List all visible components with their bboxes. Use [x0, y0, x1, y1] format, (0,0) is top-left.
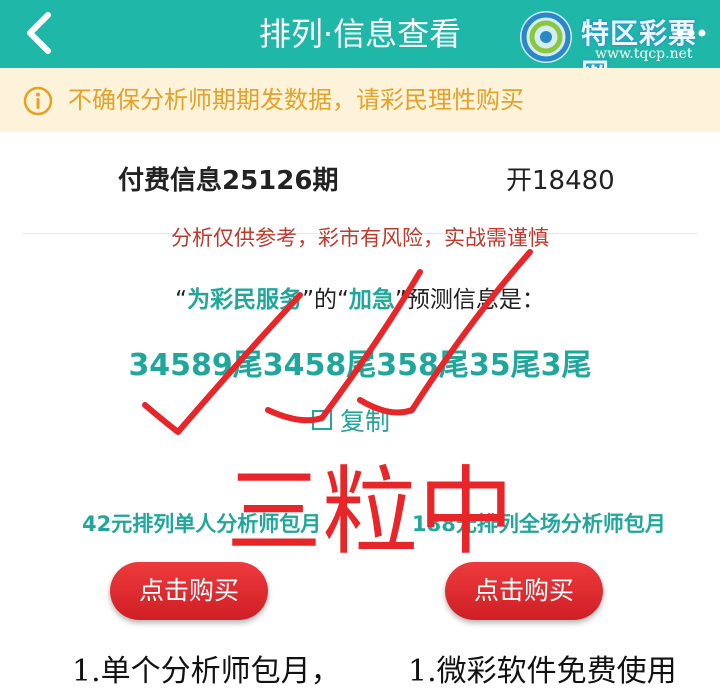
issue-title: 付费信息25126期: [118, 166, 339, 196]
analyst-name[interactable]: 为彩民服务: [187, 287, 302, 313]
prediction-category: 加急: [348, 287, 395, 313]
buy-all-button[interactable]: 点击购买: [445, 562, 603, 620]
watermark-url: www.tqcp.net: [595, 46, 693, 62]
top-navigation-bar: 排列·信息查看 特区彩票网 www.tqcp.net: [0, 0, 720, 90]
more-button[interactable]: [673, 24, 709, 42]
plan-single-title: 42元排列单人分析师包月: [82, 512, 322, 536]
copy-label: 复制: [340, 407, 391, 436]
notice-banner: 不确保分析师期期发数据，请彩民理性购买: [0, 68, 720, 132]
more-dots-icon: [676, 29, 706, 37]
info-circle-icon: [23, 86, 53, 116]
prediction-line: “为彩民服务”的“加急”预测信息是：: [0, 280, 720, 314]
quote-mid: ”的“: [302, 287, 349, 313]
risk-warning: 分析仅供参考，彩市有风险，实战需谨慎: [171, 226, 549, 250]
copy-square-icon: [312, 410, 332, 430]
notice-text: 不确保分析师期期发数据，请彩民理性购买: [68, 86, 524, 114]
prediction-result: 34589尾3458尾358尾35尾3尾: [128, 348, 592, 383]
open-number: 开18480: [506, 166, 615, 196]
prediction-suffix: ”预测信息是：: [394, 287, 545, 313]
copy-button[interactable]: 复制: [312, 402, 390, 438]
swirl-logo-icon: [520, 11, 572, 63]
plan-all-feature: 1.微彩软件免费使用: [408, 654, 677, 689]
buy-single-button[interactable]: 点击购买: [110, 562, 268, 620]
plan-all-title: 188元排列全场分析师包月: [412, 512, 666, 536]
plan-single-feature: 1.单个分析师包月，: [72, 654, 341, 689]
checkmark-3: [357, 249, 533, 416]
quote-open: “: [175, 287, 188, 313]
